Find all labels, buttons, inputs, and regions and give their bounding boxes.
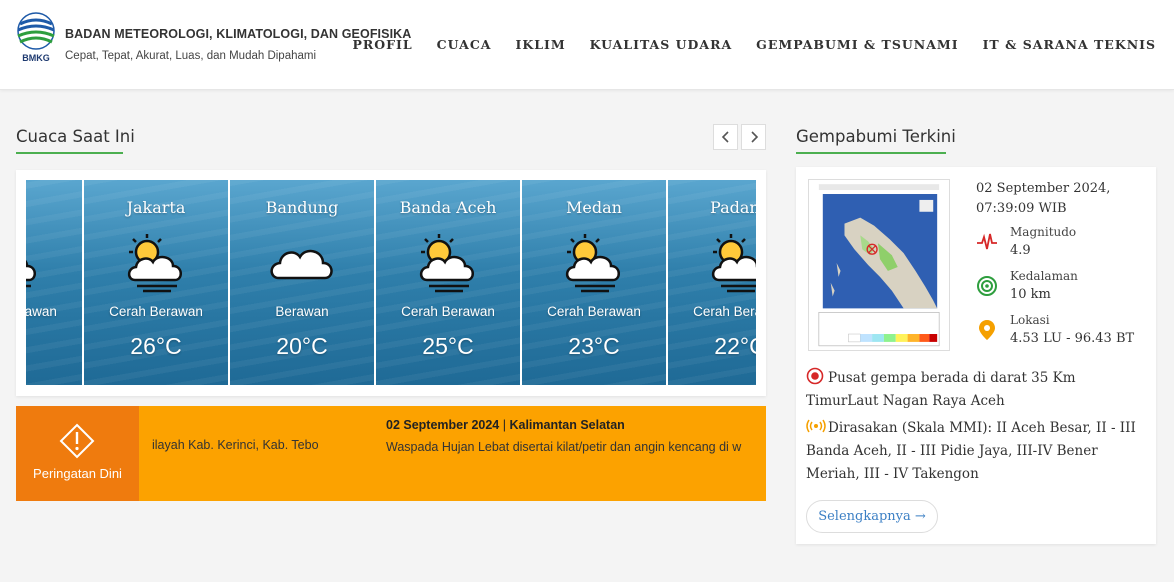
weather-condition: Berawan [275,304,329,319]
earthquake-epicenter: Pusat gempa berada di darat 35 Km TimurL… [806,367,1146,413]
weather-card[interactable]: Jakarta Cerah Berawan 26°C [84,180,228,385]
depth-label: Kedalaman [1010,269,1078,283]
warning-icon [59,423,95,459]
chevron-right-icon [750,131,758,143]
weather-temperature: 20°C [276,333,328,359]
earthquake-magnitude: Magnitudo 4.9 [976,225,1146,265]
broadcast-signal-icon [806,419,826,433]
weather-card[interactable]: g Cerah Berawan C [26,180,82,385]
main-nav: PROFIL CUACA IKLIM KUALITAS UDARA GEMPAB… [352,37,1156,52]
partly-cloudy-icon [413,230,483,296]
warning-separator: | [499,418,510,432]
earthquake-location: Lokasi 4.53 LU - 96.43 BT [976,313,1146,353]
weather-condition: Cerah Berawan [26,304,57,319]
earthquake-card: 02 September 2024, 07:39:09 WIB Magnitud… [796,167,1156,544]
org-tagline: Cepat, Tepat, Akurat, Luas, dan Mudah Di… [65,50,317,62]
epicenter-icon [806,367,824,385]
partly-cloudy-icon [26,230,45,296]
earthquake-datetime: 02 September 2024, 07:39:09 WIB [976,181,1111,217]
weather-condition: Cerah Berawan [547,304,641,319]
weather-temperature: C [26,333,82,360]
weather-carousel-track: g Cerah Berawan C Jakarta Cerah Berawan 26°C B… [26,180,756,385]
earthquake-section-title: Gempabumi Terkini [796,127,956,146]
warning-date-region: 02 September 2024 | Kalimantan Selatan [386,418,625,432]
earthquake-felt: Dirasakan (Skala MMI): II Aceh Besar, II… [806,417,1146,486]
location-value: 4.53 LU - 96.43 BT [1010,331,1135,346]
earthquake-shakemap-image[interactable] [808,179,950,351]
weather-next-button[interactable] [741,124,766,150]
nav-cuaca[interactable]: CUACA [437,37,492,52]
nav-kualitas-udara[interactable]: KUALITAS UDARA [590,37,733,52]
epicenter-text: Pusat gempa berada di darat 35 Km TimurL… [806,370,1076,409]
earthquake-title-underline [796,152,946,154]
earthquake-more-button[interactable]: Selengkapnya → [806,500,938,533]
location-label: Lokasi [1010,313,1050,327]
weather-card[interactable]: Padang Cerah Berawan 22°C [668,180,756,385]
weather-city: Bandung [265,198,339,217]
weather-card[interactable]: Medan Cerah Berawan 23°C [522,180,666,385]
weather-title-underline [16,152,123,154]
weather-condition: Cerah Berawan [109,304,203,319]
weather-section-title: Cuaca Saat Ini [16,127,135,146]
magnitude-value: 4.9 [1010,243,1031,258]
weather-prev-button[interactable] [713,124,738,150]
warning-text: Waspada Hujan Lebat disertai kilat/petir… [386,440,742,454]
weather-temperature: 25°C [422,333,474,359]
site-header: BMKG BADAN METEOROLOGI, KLIMATOLOGI, DAN… [0,0,1174,90]
warning-previous-text: ilayah Kab. Kerinci, Kab. Tebo [152,438,319,452]
cloudy-icon [267,230,337,296]
magnitude-label: Magnitudo [1010,225,1077,239]
weather-carousel: g Cerah Berawan C Jakarta Cerah Berawan 26°C B… [16,170,766,396]
partly-cloudy-icon [121,230,191,296]
partly-cloudy-icon [705,230,756,296]
early-warning-banner[interactable]: Peringatan Dini ilayah Kab. Kerinci, Kab… [16,406,766,501]
seismograph-icon [977,233,997,250]
nav-gempabumi-tsunami[interactable]: GEMPABUMI & TSUNAMI [756,37,958,52]
nav-it-sarana-teknis[interactable]: IT & SARANA TEKNIS [983,37,1156,52]
depth-value: 10 km [1010,287,1051,302]
weather-city: Medan [566,198,622,217]
early-warning-label-box: Peringatan Dini [16,406,139,501]
map-pin-icon [979,320,995,340]
weather-temperature: 22°C [714,333,756,359]
nav-iklim[interactable]: IKLIM [515,37,565,52]
weather-city: Banda Aceh [399,198,497,217]
early-warning-label: Peringatan Dini [33,466,122,481]
weather-city: Padang [710,198,756,217]
weather-card[interactable]: Banda Aceh Cerah Berawan 25°C [376,180,520,385]
chevron-left-icon [721,131,729,143]
weather-condition: Cerah Berawan [693,304,756,319]
bmkg-logo[interactable]: BMKG [15,12,57,64]
weather-card[interactable]: Bandung Berawan 20°C [230,180,374,385]
weather-temperature: 26°C [130,333,182,359]
weather-city: Jakarta [126,198,186,217]
svg-text:BMKG: BMKG [22,53,50,63]
warning-date: 02 September 2024 [386,418,500,432]
depth-target-icon [977,276,997,296]
weather-city: g [26,198,82,217]
nav-profil[interactable]: PROFIL [352,37,412,52]
weather-temperature: 23°C [568,333,620,359]
earthquake-depth: Kedalaman 10 km [976,269,1146,309]
felt-text: Dirasakan (Skala MMI): II Aceh Besar, II… [806,420,1136,482]
weather-condition: Cerah Berawan [401,304,495,319]
warning-region: Kalimantan Selatan [509,418,625,432]
weather-carousel-viewport: g Cerah Berawan C Jakarta Cerah Berawan 26°C B… [26,180,756,385]
partly-cloudy-icon [559,230,629,296]
